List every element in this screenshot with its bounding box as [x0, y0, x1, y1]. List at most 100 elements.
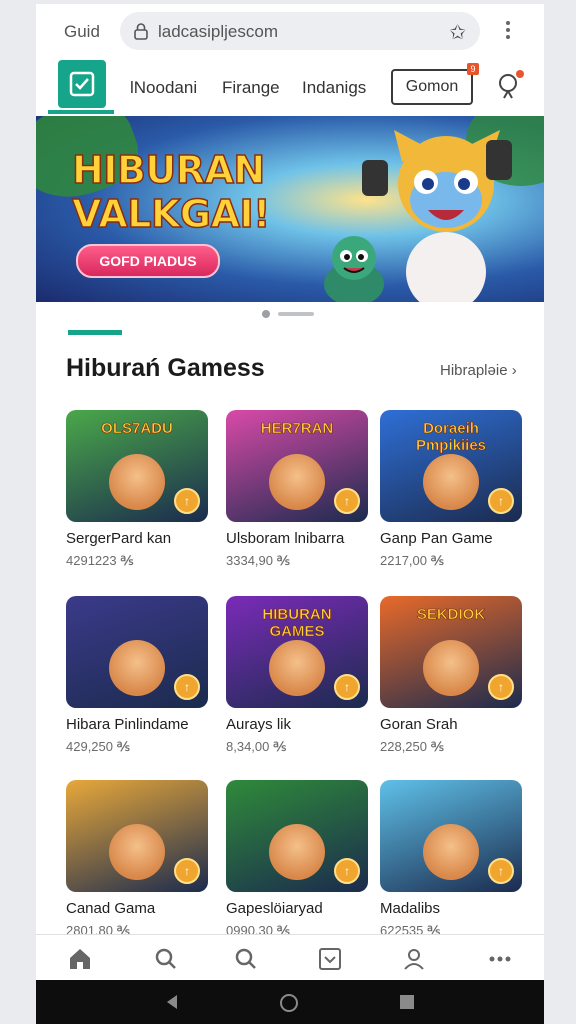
coin-icon: ↑: [334, 674, 360, 700]
search-icon[interactable]: [232, 945, 260, 973]
game-card[interactable]: OLS7ADU ↑ SergerPard kan 4291223 ℁: [66, 410, 208, 569]
game-player-count: 4291223 ℁: [66, 553, 134, 568]
nav-button[interactable]: Gomon 9: [391, 63, 479, 105]
see-more-label: Hibraplǝie: [440, 362, 508, 379]
recents-icon[interactable]: [398, 993, 416, 1011]
thumbnail-title: OLS7ADU: [101, 420, 173, 438]
coin-icon: ↑: [174, 488, 200, 514]
character-illustration: [109, 640, 165, 696]
active-indicator: [48, 110, 114, 114]
game-title[interactable]: Canad Gama: [66, 900, 208, 917]
game-card[interactable]: HER7RAN ↑ Ulsboram lnibarra 3334,90 ℁: [226, 410, 368, 569]
back-icon[interactable]: [162, 992, 182, 1012]
notification-bell-icon[interactable]: [496, 70, 524, 102]
browser-title: Guid: [64, 22, 100, 41]
game-title[interactable]: Ulsboram lnibarra: [226, 530, 368, 547]
coin-icon: ↑: [174, 674, 200, 700]
nav-button-badge: 9: [467, 63, 479, 75]
coin-icon: ↑: [488, 858, 514, 884]
game-title[interactable]: Gapeslöiaryad: [226, 900, 368, 917]
hero-banner[interactable]: HIBURAN VALKGAI! GOFD PIADUS: [36, 116, 544, 302]
banner-title-line2: VALKGAI!: [71, 191, 271, 237]
game-card[interactable]: SEKDIOK ↑ Goran Srah 228,250 ℁: [380, 596, 522, 755]
game-card[interactable]: ↑ Madalibs 622535 ℁: [380, 780, 522, 939]
dino-illustration: [324, 236, 384, 302]
thumbnail-title: Doraeih Pmpikiies: [415, 420, 487, 455]
game-title[interactable]: Goran Srah: [380, 716, 522, 733]
game-title[interactable]: Ganp Pan Game: [380, 530, 522, 547]
carousel-dot-active[interactable]: [278, 312, 314, 316]
thumbnail-title: SEKDIOK: [416, 606, 486, 624]
game-title[interactable]: Hibara Pinlindame: [66, 716, 208, 733]
game-thumbnail[interactable]: OLS7ADU ↑: [66, 410, 208, 522]
carousel-indicator[interactable]: [262, 310, 322, 318]
coin-icon: ↑: [488, 488, 514, 514]
game-card[interactable]: ↑ Canad Gama 2801,80 ℁: [66, 780, 208, 939]
banner-cta-button[interactable]: GOFD PIADUS: [76, 244, 220, 278]
coin-icon: ↑: [334, 488, 360, 514]
game-thumbnail[interactable]: ↑: [226, 780, 368, 892]
thumbnail-title: HER7RAN: [260, 420, 334, 438]
profile-icon[interactable]: [400, 945, 428, 973]
game-player-count: 429,250 ℁: [66, 739, 130, 754]
character-illustration: [109, 454, 165, 510]
character-illustration: [423, 824, 479, 880]
character-illustration: [269, 640, 325, 696]
game-thumbnail[interactable]: ↑: [66, 596, 208, 708]
home-icon[interactable]: [66, 945, 94, 973]
game-thumbnail[interactable]: SEKDIOK ↑: [380, 596, 522, 708]
game-player-count: 2217,00 ℁: [380, 553, 444, 568]
nav-button-label: Gomon: [405, 78, 459, 95]
game-card[interactable]: HIBURAN GAMES ↑ Aurays lik 8,34,00 ℁: [226, 596, 368, 755]
game-thumbnail[interactable]: HER7RAN ↑: [226, 410, 368, 522]
site-logo[interactable]: [58, 60, 106, 108]
lock-icon: [134, 23, 148, 40]
coin-icon: ↑: [174, 858, 200, 884]
bottom-tab-bar: [36, 934, 544, 981]
game-title[interactable]: Aurays lik: [226, 716, 368, 733]
browser-bar: Guid ladcasipljescom ✩: [36, 4, 544, 56]
game-player-count: 228,250 ℁: [380, 739, 444, 754]
coin-icon: ↑: [488, 674, 514, 700]
home-circle-icon[interactable]: [278, 992, 300, 1014]
character-illustration: [423, 454, 479, 510]
search-icon[interactable]: [152, 945, 180, 973]
checkbox-icon[interactable]: [316, 945, 344, 973]
bookmark-star-icon[interactable]: ✩: [449, 20, 466, 45]
section-accent-bar: [68, 330, 122, 335]
url-text[interactable]: ladcasipljescom: [158, 22, 278, 42]
site-nav: lNoodani Firange Indanigs Gomon 9: [36, 56, 544, 117]
thumbnail-title: HIBURAN GAMES: [262, 606, 332, 641]
banner-title: HIBURAN VALKGAI!: [71, 147, 271, 237]
url-bar[interactable]: ladcasipljescom ✩: [120, 12, 480, 50]
more-horizontal-icon[interactable]: [486, 945, 514, 973]
game-card[interactable]: ↑ Gapeslöiaryad 0990,30 ℁: [226, 780, 368, 939]
checkbox-icon: [69, 71, 95, 97]
carousel-dot[interactable]: [262, 310, 270, 318]
character-illustration: [269, 454, 325, 510]
character-illustration: [269, 824, 325, 880]
game-thumbnail[interactable]: Doraeih Pmpikiies ↑: [380, 410, 522, 522]
more-vertical-icon[interactable]: [500, 18, 516, 44]
notification-dot: [516, 70, 524, 78]
banner-title-line1: HIBURAN: [71, 147, 266, 193]
character-illustration: [109, 824, 165, 880]
nav-link-3[interactable]: Indanigs: [302, 78, 366, 98]
game-player-count: 3334,90 ℁: [226, 553, 290, 568]
game-player-count: 8,34,00 ℁: [226, 739, 287, 754]
game-card[interactable]: ↑ Hibara Pinlindame 429,250 ℁: [66, 596, 208, 755]
game-thumbnail[interactable]: ↑: [380, 780, 522, 892]
system-nav-bar: [36, 980, 544, 1024]
chevron-right-icon: ›: [511, 362, 517, 379]
nav-link-2[interactable]: Firange: [222, 78, 280, 98]
nav-link-1[interactable]: lNoodani: [130, 78, 197, 98]
game-title[interactable]: SergerPard kan: [66, 530, 208, 547]
game-card[interactable]: Doraeih Pmpikiies ↑ Ganp Pan Game 2217,00 ℁: [380, 410, 522, 569]
game-thumbnail[interactable]: ↑: [66, 780, 208, 892]
section-title: Hiburań Gamess: [66, 354, 265, 382]
character-illustration: [423, 640, 479, 696]
game-thumbnail[interactable]: HIBURAN GAMES ↑: [226, 596, 368, 708]
see-more-link[interactable]: Hibraplǝie ›: [440, 362, 517, 379]
game-title[interactable]: Madalibs: [380, 900, 522, 917]
phone-screen: Guid ladcasipljescom ✩ lNoodani Firange …: [36, 4, 544, 1024]
